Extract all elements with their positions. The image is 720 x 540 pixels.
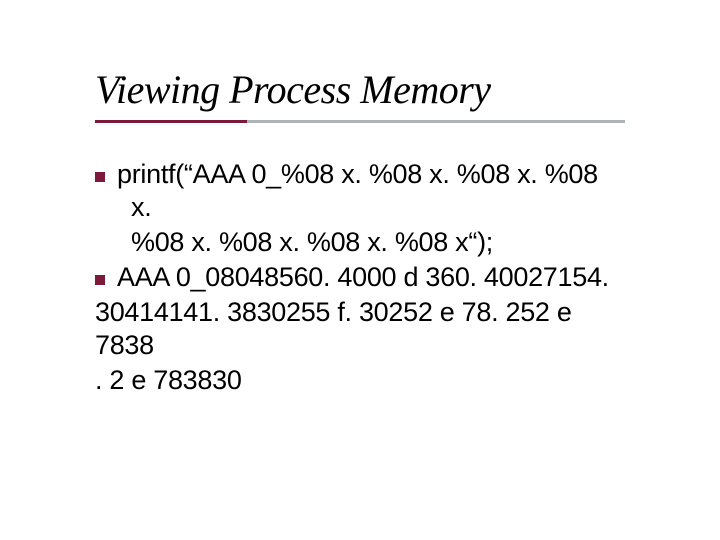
bullet-icon	[95, 275, 105, 285]
bullet-1-line-2: %08 x. %08 x. %08 x. %08 x“);	[95, 226, 625, 259]
title-underline	[95, 120, 625, 128]
bullet-2-text-1: AAA 0_08048560. 4000 d 360. 40027154.	[117, 262, 609, 292]
slide-body: printf(“AAA 0_%08 x. %08 x. %08 x. %08 x…	[95, 158, 625, 399]
bullet-2-line-3: . 2 e 783830	[95, 364, 625, 397]
underline-accent	[95, 120, 247, 123]
bullet-1-text-1: printf(“AAA 0_%08 x. %08 x. %08 x. %08 x…	[117, 159, 598, 222]
bullet-2-line-1: AAA 0_08048560. 4000 d 360. 40027154.	[95, 261, 625, 294]
bullet-2-line-2: 30414141. 3830255 f. 30252 e 78. 252 e 7…	[95, 296, 625, 362]
slide-title: Viewing Process Memory	[95, 68, 491, 112]
bullet-icon	[95, 172, 105, 182]
slide: Viewing Process Memory printf(“AAA 0_%08…	[0, 0, 720, 540]
bullet-1-line-1: printf(“AAA 0_%08 x. %08 x. %08 x. %08 x…	[95, 158, 625, 224]
